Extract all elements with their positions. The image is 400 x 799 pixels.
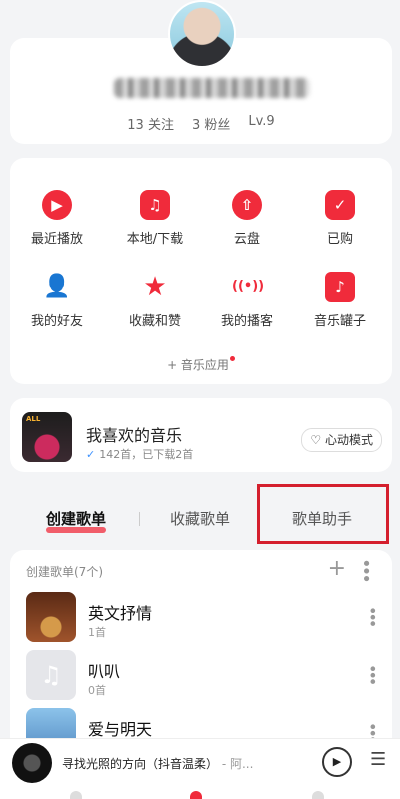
playlist-count: 0首: [88, 684, 106, 697]
liked-title: 我喜欢的音乐: [86, 426, 183, 445]
add-playlist-icon[interactable]: +: [328, 556, 346, 581]
heart-icon: ♡: [310, 433, 322, 447]
music-note-icon: ♫: [26, 650, 76, 700]
playlist-count: 1首: [88, 626, 106, 639]
more-icon[interactable]: •••: [363, 664, 382, 683]
tab-created-playlists[interactable]: 创建歌单: [46, 508, 107, 533]
feature-recent-play[interactable]: ▶ 最近播放: [14, 190, 100, 247]
feature-label: 云盘: [233, 232, 260, 247]
feature-label: 音乐罐子: [313, 314, 366, 329]
feature-friends[interactable]: 👤 我的好友: [14, 272, 100, 329]
feature-label: 最近播放: [30, 232, 83, 247]
music-app-button[interactable]: + 音乐应用: [10, 356, 392, 373]
heart-mode-button[interactable]: ♡ 心动模式: [301, 428, 382, 452]
highlight-annotation-box: [257, 484, 389, 544]
username-blurred: [114, 78, 310, 98]
now-playing-text: 寻找光照的方向（抖音温柔） - 阿...: [62, 755, 282, 772]
playlist-name: 叭叭: [88, 662, 121, 681]
playlist-queue-icon[interactable]: ☰: [370, 749, 386, 770]
list-item[interactable]: ♫ 叭叭 0首 •••: [26, 650, 382, 702]
now-playing-disc[interactable]: [12, 743, 52, 783]
liked-cover-image: ALL: [22, 412, 72, 462]
feature-favorites[interactable]: ★ 收藏和赞: [112, 272, 198, 329]
artist-name: - 阿...: [218, 757, 254, 771]
feature-podcast[interactable]: ((•)) 我的播客: [204, 272, 290, 329]
feature-label: 我的播客: [220, 314, 273, 329]
feature-music-jar[interactable]: ♪ 音乐罐子: [297, 272, 383, 329]
avatar[interactable]: [168, 0, 236, 68]
feature-local-download[interactable]: ♫ 本地/下载: [112, 190, 198, 247]
feature-cloud[interactable]: ⇧ 云盘: [204, 190, 290, 247]
music-folder-icon: ♫: [140, 190, 170, 220]
playlist-section: 创建歌单(7个) + ••• 英文抒情 1首 ••• ♫ 叭叭 0首 ••• 爱…: [10, 550, 392, 758]
star-icon: ★: [143, 272, 167, 302]
feature-label: 收藏和赞: [128, 314, 181, 329]
fans-count[interactable]: 3 粉丝: [192, 114, 230, 133]
person-icon: 👤: [43, 274, 71, 299]
song-title: 寻找光照的方向（抖音温柔）: [62, 757, 219, 771]
playlist-cover: [26, 592, 76, 642]
more-options-icon[interactable]: •••: [355, 558, 376, 581]
bag-check-icon: ✓: [325, 190, 355, 220]
downloaded-check-icon: ✓: [86, 448, 96, 461]
playlist-name: 英文抒情: [88, 604, 153, 623]
playlist-name: 爱与明天: [88, 720, 153, 739]
following-count[interactable]: 13 关注: [127, 114, 174, 133]
playlist-section-header: 创建歌单(7个): [26, 565, 103, 579]
list-item[interactable]: 英文抒情 1首 •••: [26, 592, 382, 644]
music-app-label: + 音乐应用: [167, 358, 229, 372]
more-icon[interactable]: •••: [363, 606, 382, 625]
feature-label: 本地/下载: [126, 232, 184, 247]
profile-stats: 13 关注 3 粉丝 Lv.9: [10, 114, 392, 133]
play-icon: ▶: [42, 190, 72, 220]
level-badge[interactable]: Lv.9: [248, 114, 274, 133]
tab-divider: [139, 512, 140, 526]
cloud-upload-icon: ⇧: [232, 190, 262, 220]
new-dot-icon: [229, 356, 235, 361]
mini-player[interactable]: 寻找光照的方向（抖音温柔） - 阿... ▶ ☰: [0, 738, 400, 799]
feature-label: 已购: [326, 232, 353, 247]
feature-grid: ▶ 最近播放 ♫ 本地/下载 ⇧ 云盘 ✓ 已购 👤 我的好友 ★ 收藏和赞 (…: [10, 158, 392, 384]
liked-music-card[interactable]: ALL 我喜欢的音乐 ✓ 142首，已下载2首 ♡ 心动模式: [10, 398, 392, 472]
feature-label: 我的好友: [30, 314, 83, 329]
music-jar-icon: ♪: [325, 272, 355, 302]
play-icon[interactable]: ▶: [322, 747, 352, 777]
tab-collected-playlists[interactable]: 收藏歌单: [170, 508, 230, 529]
liked-subtitle: ✓ 142首，已下载2首: [86, 448, 194, 461]
feature-purchased[interactable]: ✓ 已购: [297, 190, 383, 247]
broadcast-icon: ((•)): [232, 279, 265, 294]
